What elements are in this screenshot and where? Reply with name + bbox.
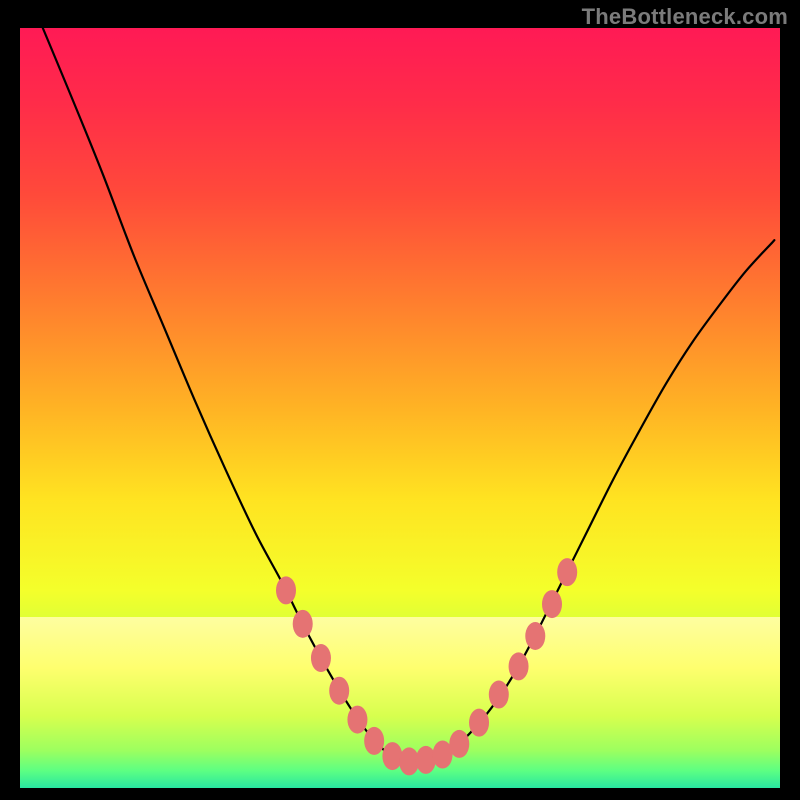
sample-marker xyxy=(329,677,349,705)
watermark-text: TheBottleneck.com xyxy=(582,4,788,30)
sample-marker xyxy=(525,622,545,650)
sample-marker xyxy=(382,742,402,770)
sample-marker xyxy=(542,590,562,618)
sample-marker xyxy=(293,610,313,638)
sample-marker xyxy=(489,681,509,709)
chart-svg xyxy=(0,0,800,800)
sample-marker xyxy=(347,706,367,734)
sample-marker xyxy=(276,576,296,604)
chart-stage: { "watermark": "TheBottleneck.com", "fra… xyxy=(0,0,800,800)
sample-marker xyxy=(469,709,489,737)
sample-marker xyxy=(311,644,331,672)
sample-marker xyxy=(416,746,436,774)
sample-marker xyxy=(557,558,577,586)
sample-marker xyxy=(449,730,469,758)
sample-marker xyxy=(364,727,384,755)
sample-marker xyxy=(509,652,529,680)
